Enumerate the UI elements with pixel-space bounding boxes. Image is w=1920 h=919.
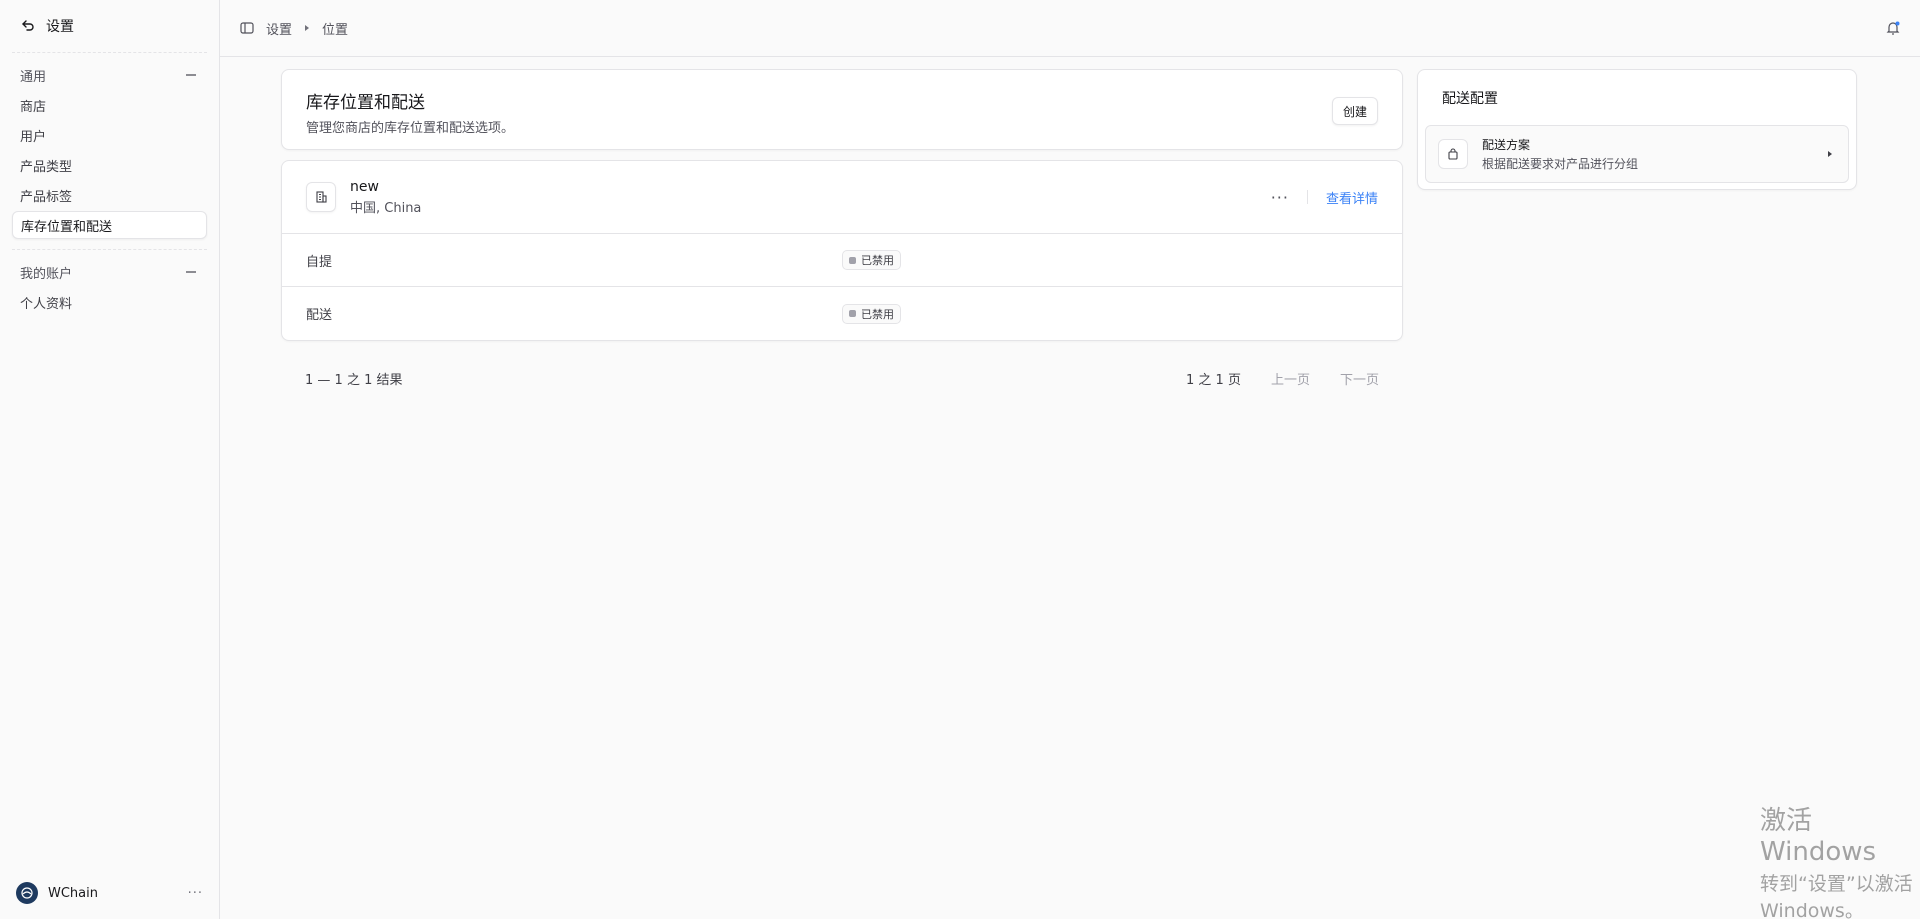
sidebar-item-product-types[interactable]: 产品类型: [12, 151, 207, 179]
sidebar-group-general: 通用 商店 用户 产品类型 产品标签 库存位置和配送: [0, 53, 219, 249]
minus-icon[interactable]: [183, 264, 199, 280]
location-actions: ··· 查看详情: [1271, 188, 1378, 207]
watermark-line1: 激活 Windows: [1760, 806, 1877, 867]
pagination-summary: 1 — 1 之 1 结果: [305, 372, 403, 388]
next-page-button[interactable]: 下一页: [1340, 369, 1379, 388]
prev-page-button[interactable]: 上一页: [1271, 369, 1310, 388]
shopping-bag-icon: [1438, 139, 1468, 169]
page-title: 库存位置和配送: [306, 93, 425, 113]
pagination-controls: 1 之 1 页 上一页 下一页: [1186, 369, 1379, 388]
store-avatar: [16, 882, 38, 904]
more-options-icon[interactable]: ···: [1271, 188, 1289, 207]
watermark-line2: 转到“设置”以激活 Windows。: [1760, 873, 1913, 919]
breadcrumb-locations[interactable]: 位置: [322, 19, 348, 38]
location-card: new 中国, China ··· 查看详情 自提 已禁用 配送 已禁用: [281, 160, 1403, 341]
breadcrumb-settings[interactable]: 设置: [266, 19, 292, 38]
minus-icon[interactable]: [183, 67, 199, 83]
location-row: new 中国, China ··· 查看详情: [282, 161, 1402, 234]
topbar: 设置 位置: [220, 0, 1920, 57]
option-row-shipping: 配送 已禁用: [282, 287, 1402, 340]
shipping-profiles-desc: 根据配送要求对产品进行分组: [1482, 157, 1639, 171]
status-badge: 已禁用: [842, 250, 901, 270]
breadcrumb-separator-icon: [302, 23, 312, 33]
page-subtitle: 管理您商店的库存位置和配送选项。: [306, 121, 515, 136]
sidebar-group-title: 通用: [20, 69, 47, 85]
shipping-profiles-title: 配送方案: [1482, 138, 1531, 152]
status-dot-icon: [849, 310, 856, 317]
main-area: 设置 位置 库存位置和配送 管理您商店的库存位置和配送选项。 创建 new 中国…: [220, 0, 1920, 919]
option-label: 自提: [306, 254, 333, 270]
building-icon: [306, 182, 336, 212]
sidebar-item-store[interactable]: 商店: [12, 91, 207, 119]
page-info: 1 之 1 页: [1186, 372, 1241, 388]
shipping-config-card: 配送配置 配送方案 根据配送要求对产品进行分组: [1417, 69, 1857, 190]
sidebar-item-locations-shipping[interactable]: 库存位置和配送: [12, 211, 207, 239]
location-info: new 中国, China: [350, 179, 421, 216]
locations-header-card: 库存位置和配送 管理您商店的库存位置和配送选项。 创建: [281, 69, 1403, 150]
sidebar-item-product-tags[interactable]: 产品标签: [12, 181, 207, 209]
windows-activation-watermark: 激活 Windows 转到“设置”以激活 Windows。: [1760, 800, 1920, 919]
content: 库存位置和配送 管理您商店的库存位置和配送选项。 创建 new 中国, Chin…: [220, 57, 1920, 919]
sidebar-group-title: 我的账户: [20, 266, 73, 282]
sidebar: 设置 通用 商店 用户 产品类型 产品标签 库存位置和配送 我的账户 个人资料 …: [0, 0, 220, 919]
status-text: 已禁用: [861, 307, 894, 321]
sidebar-group-header[interactable]: 通用: [12, 63, 207, 87]
sidebar-toggle-icon[interactable]: [238, 19, 256, 37]
view-details-link[interactable]: 查看详情: [1326, 188, 1378, 207]
shipping-config-title: 配送配置: [1442, 91, 1498, 107]
location-address: 中国, China: [350, 200, 422, 216]
status-badge: 已禁用: [842, 303, 901, 324]
notification-bell-icon[interactable]: [1884, 19, 1902, 37]
more-options-icon[interactable]: ···: [188, 886, 203, 901]
store-switcher[interactable]: WChain ···: [0, 867, 219, 919]
sidebar-header[interactable]: 设置: [0, 0, 219, 52]
app: 设置 通用 商店 用户 产品类型 产品标签 库存位置和配送 我的账户 个人资料 …: [0, 0, 1920, 919]
sidebar-title: 设置: [46, 19, 74, 35]
back-arrow-icon[interactable]: [20, 18, 36, 34]
shipping-profiles-text: 配送方案 根据配送要求对产品进行分组: [1482, 136, 1638, 172]
sidebar-item-profile[interactable]: 个人资料: [12, 288, 207, 316]
sidebar-group-account: 我的账户 个人资料: [0, 250, 219, 326]
pagination: 1 — 1 之 1 结果 1 之 1 页 上一页 下一页: [305, 367, 1379, 389]
location-name: new: [350, 178, 379, 195]
store-name: WChain: [48, 885, 98, 901]
option-row-pickup: 自提 已禁用: [282, 234, 1402, 287]
status-text: 已禁用: [861, 254, 894, 267]
shipping-profiles-link[interactable]: 配送方案 根据配送要求对产品进行分组: [1425, 125, 1849, 183]
triangle-right-icon: [1824, 148, 1836, 160]
create-button[interactable]: 创建: [1331, 97, 1378, 125]
sidebar-group-header[interactable]: 我的账户: [12, 260, 207, 284]
status-dot-icon: [849, 256, 856, 264]
option-label: 配送: [306, 308, 333, 323]
divider: [1306, 190, 1308, 204]
sidebar-item-users[interactable]: 用户: [12, 121, 207, 149]
